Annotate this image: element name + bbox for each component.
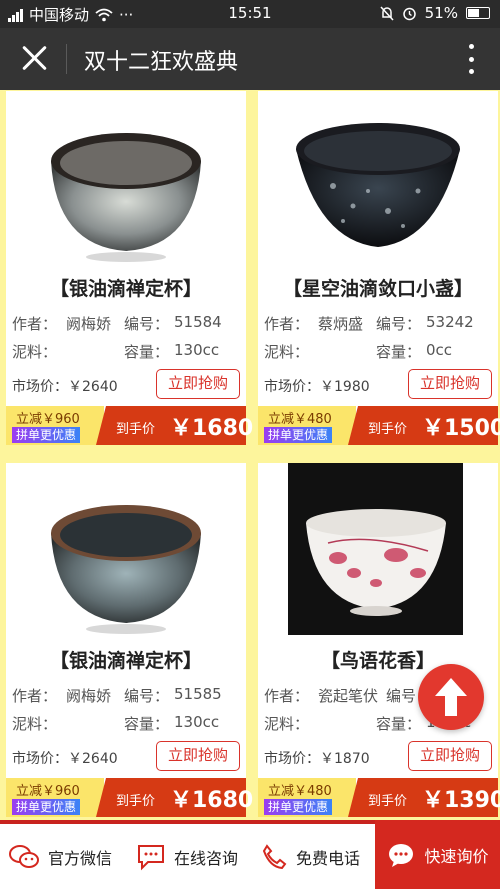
author-label: 作者： [12, 687, 58, 705]
product-card[interactable]: 【星空油滴敛口小盏】 作者： 蔡炳盛 编号： 53242 泥料： 容量： 0cc… [258, 91, 500, 445]
alarm-icon [402, 7, 416, 20]
author-label: 作者： [264, 315, 310, 333]
wechat-button[interactable]: 官方微信 [8, 824, 112, 889]
product-image [288, 463, 463, 635]
capacity-value: 0cc [426, 341, 453, 359]
number-value: 51584 [174, 313, 222, 331]
product-name: 【银油滴禅定杯】 [49, 650, 202, 672]
discount-text: 立减￥480 [268, 412, 332, 427]
battery-icon [466, 7, 490, 19]
author-label: 作者： [12, 315, 58, 333]
wechat-label: 官方微信 [48, 848, 113, 868]
quick-inquiry-button[interactable]: 快速询价 [375, 820, 500, 889]
capacity-value: 130cc [174, 341, 220, 359]
bottom-action-bar: 官方微信 在线咨询 免费电话 快速询价 [0, 820, 500, 889]
battery-percent: 51% [424, 4, 458, 22]
group-buy-badge: 拼单更优惠 [264, 799, 333, 815]
more-menu-icon[interactable] [468, 44, 474, 74]
deal-label: 到手价 [116, 422, 156, 437]
deal-label: 到手价 [368, 422, 408, 437]
clay-label: 泥料： [12, 343, 58, 361]
number-value: 51585 [174, 685, 222, 703]
buy-now-button[interactable]: 立即抢购 [156, 369, 240, 399]
back-to-top-button[interactable] [418, 664, 484, 730]
product-name: 【星空油滴敛口小盏】 [282, 278, 473, 300]
product-card[interactable]: 【银油滴禅定杯】 作者： 阙梅娇 编号： 51585 泥料： 容量： 130cc… [6, 463, 253, 817]
mute-bell-icon [380, 5, 394, 21]
number-value: 53242 [426, 313, 474, 331]
chat-icon [138, 844, 164, 870]
wechat-icon [9, 844, 39, 868]
market-price: 市场价：￥1980 [264, 379, 370, 395]
number-label: 编号： [376, 315, 422, 333]
number-label: 编号： [124, 315, 170, 333]
inquiry-chat-icon [389, 843, 414, 867]
close-icon[interactable] [20, 44, 48, 72]
chat-label: 在线咨询 [174, 848, 239, 868]
promo-banner: 立减￥960 拼单更优惠 到手价 ￥1680 [6, 778, 253, 817]
product-name: 【银油滴禅定杯】 [49, 278, 202, 300]
group-buy-badge: 拼单更优惠 [12, 799, 81, 815]
discount-text: 立减￥480 [268, 784, 332, 799]
clay-label: 泥料： [264, 343, 310, 361]
product-image [51, 505, 201, 634]
deal-price: ￥1680 [170, 416, 254, 441]
divider [66, 44, 67, 74]
product-image [51, 133, 201, 262]
free-call-button[interactable]: 免费电话 [260, 824, 360, 889]
discount-text: 立减￥960 [16, 412, 80, 427]
author-value: 蔡炳盛 [318, 315, 364, 333]
group-buy-badge: 拼单更优惠 [12, 427, 81, 443]
inquiry-label: 快速询价 [424, 846, 489, 866]
deal-label: 到手价 [368, 794, 408, 809]
author-value: 阙梅娇 [66, 315, 112, 333]
market-price: 市场价：￥1870 [264, 751, 370, 767]
phone-icon [262, 843, 287, 869]
buy-now-button[interactable]: 立即抢购 [156, 741, 240, 771]
product-card[interactable]: 【鸟语花香】 作者： 瓷起笔伏 编号： 47376 泥料： 容量： 100cc … [258, 463, 500, 817]
author-value: 阙梅娇 [66, 687, 112, 705]
clay-label: 泥料： [12, 715, 58, 733]
product-card[interactable]: 【银油滴禅定杯】 作者： 阙梅娇 编号： 51584 泥料： 容量： 130cc… [6, 91, 253, 445]
deal-price: ￥1390 [422, 788, 500, 813]
clay-label: 泥料： [264, 715, 310, 733]
capacity-value: 130cc [174, 713, 220, 731]
promo-banner: 立减￥960 拼单更优惠 到手价 ￥1680 [6, 406, 253, 445]
online-chat-button[interactable]: 在线咨询 [136, 824, 238, 889]
buy-now-button[interactable]: 立即抢购 [408, 741, 492, 771]
promo-banner: 立减￥480 拼单更优惠 到手价 ￥1500 [258, 406, 500, 445]
market-price: 市场价：￥2640 [12, 751, 118, 767]
capacity-label: 容量： [124, 343, 170, 361]
discount-text: 立减￥960 [16, 784, 80, 799]
arrow-up-icon [435, 678, 467, 716]
author-value: 瓷起笔伏 [318, 687, 379, 705]
capacity-label: 容量： [376, 343, 422, 361]
number-label: 编号： [124, 687, 170, 705]
deal-price: ￥1500 [422, 416, 500, 441]
promo-banner: 立减￥480 拼单更优惠 到手价 ￥1390 [258, 778, 500, 817]
title-bar: 双十二狂欢盛典 [0, 28, 500, 90]
product-image [296, 123, 460, 247]
page-title: 双十二狂欢盛典 [84, 50, 239, 75]
deal-price: ￥1680 [170, 788, 254, 813]
buy-now-button[interactable]: 立即抢购 [408, 369, 492, 399]
phone-label: 免费电话 [296, 848, 361, 868]
capacity-label: 容量： [376, 715, 422, 733]
status-bar: 中国移动 ··· 15:51 51% [0, 0, 500, 28]
group-buy-badge: 拼单更优惠 [264, 427, 333, 443]
author-label: 作者： [264, 687, 310, 705]
capacity-label: 容量： [124, 715, 170, 733]
deal-label: 到手价 [116, 794, 156, 809]
market-price: 市场价：￥2640 [12, 379, 118, 395]
